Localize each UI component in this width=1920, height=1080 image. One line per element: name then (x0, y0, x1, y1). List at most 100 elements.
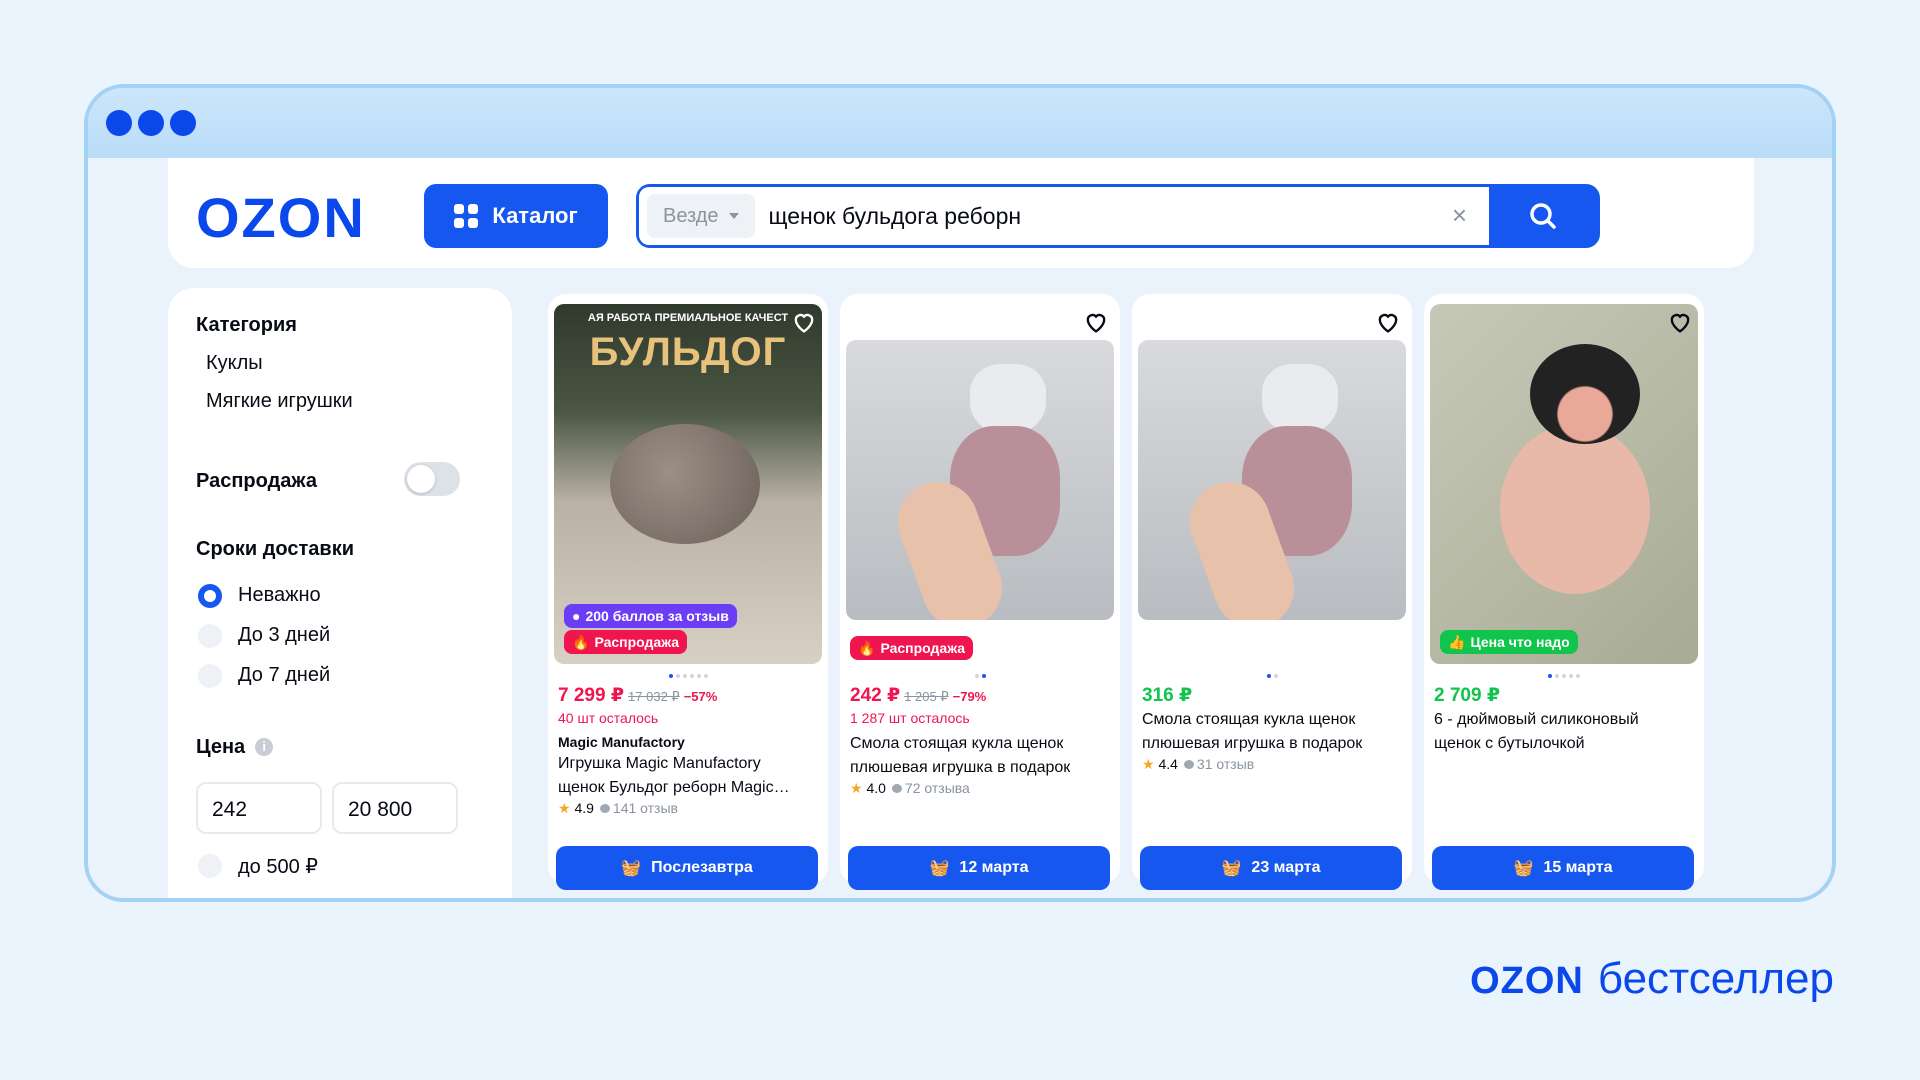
price-preset-radio[interactable] (198, 854, 222, 878)
puppy-figure (610, 424, 760, 544)
sale-toggle[interactable] (404, 462, 460, 496)
sale-badge-label: Распродажа (594, 634, 680, 650)
add-to-cart-button[interactable]: 🧺 Послезавтра (556, 846, 818, 890)
category-title: Категория (196, 314, 297, 336)
product-title[interactable]: Смола стоящая кукла щенок плюшевая игрушк… (850, 732, 1106, 780)
search-scope-label: Везде (663, 204, 719, 227)
window-titlebar (88, 88, 1832, 158)
info-icon[interactable]: i (255, 738, 274, 756)
image-pager[interactable] (548, 674, 828, 678)
category-item[interactable]: Мягкие игрушки (206, 390, 353, 413)
heart-icon[interactable] (1666, 308, 1694, 336)
heart-icon[interactable] (1082, 308, 1110, 336)
review-count: 31 отзыв (1196, 756, 1255, 772)
product-title-line: плюшевая игрушка в подарок (850, 759, 1071, 776)
fire-icon: 🔥 (572, 633, 590, 650)
search-button[interactable] (1489, 187, 1597, 245)
puppy-head (1530, 344, 1640, 444)
category-item[interactable]: Куклы (206, 352, 263, 375)
price-to-input[interactable]: 20 800 (332, 782, 458, 834)
product-rating: ★ 4.4 31 отзыв (1142, 756, 1254, 773)
puppy-hat (970, 364, 1046, 434)
sale-badge-label: Распродажа (880, 640, 966, 656)
product-rating: ★ 4.0 72 отзыва (850, 780, 970, 797)
hand (1500, 424, 1650, 594)
grid-icon (454, 204, 479, 228)
delivery-radio-3-days[interactable] (198, 624, 222, 648)
rating-value: 4.9 (574, 800, 594, 816)
product-price: 2 709 ₽ (1434, 685, 1501, 706)
search-field[interactable]: Везде щенок бульдога реборн × (639, 187, 1489, 245)
product-discount: −57% (683, 689, 718, 704)
product-card[interactable]: 316 ₽ Смола стоящая кукла щенок плюшевая … (1132, 294, 1412, 890)
filter-sidebar: Категория Куклы Мягкие игрушки Распродаж… (168, 288, 512, 898)
product-image[interactable]: АЯ РАБОТА ПРЕМИАЛЬНОЕ КАЧЕСТ БУЛЬДОГ ● 20… (554, 304, 822, 664)
site-header: OZON Каталог Везде щенок бульдога реборн… (168, 158, 1754, 268)
price-from-input[interactable]: 242 (196, 782, 322, 834)
product-price: 316 ₽ (1142, 685, 1193, 706)
image-pager[interactable] (840, 674, 1120, 678)
product-title-line: Игрушка Magic Manufactory (558, 755, 761, 772)
add-to-cart-button[interactable]: 🧺 15 марта (1432, 846, 1694, 890)
points-badge: ● 200 баллов за отзыв (564, 604, 737, 628)
image-pager[interactable] (1424, 674, 1704, 678)
catalog-label: Каталог (492, 203, 578, 228)
window-dot-icon[interactable] (170, 110, 196, 136)
catalog-button[interactable]: Каталог (424, 184, 608, 248)
product-image[interactable]: 👍 Цена что надо (1430, 304, 1698, 664)
product-price-block: 7 299 ₽17 032 ₽ −57% (558, 684, 717, 707)
product-title[interactable]: Игрушка Magic Manufactory щенок Бульдог р… (558, 752, 814, 800)
delivery-radio-7-days[interactable] (198, 664, 222, 688)
review-count: 72 отзыва (904, 780, 970, 796)
search-scope-select[interactable]: Везде (647, 194, 755, 238)
cart-icon: 🧺 (929, 860, 950, 877)
product-title-line: плюшевая игрушка в подарок (1142, 735, 1363, 752)
heart-icon[interactable] (1374, 308, 1402, 336)
ozon-logo[interactable]: OZON (196, 190, 366, 246)
review-count: 141 отзыв (612, 800, 678, 816)
window-dot-icon[interactable] (106, 110, 132, 136)
delivery-date: 12 марта (959, 859, 1029, 876)
stock-left: 40 шт осталось (558, 710, 659, 726)
comment-icon (1183, 760, 1194, 769)
product-title-line: Смола стоящая кукла щенок (850, 735, 1064, 752)
bestseller-tagline: бестселлер (1597, 954, 1834, 1003)
price-title-text: Цена (196, 736, 246, 758)
bestseller-logo: OZON бестселлер (1470, 954, 1834, 1004)
product-card[interactable]: АЯ РАБОТА ПРЕМИАЛЬНОЕ КАЧЕСТ БУЛЬДОГ ● 20… (548, 294, 828, 890)
product-title[interactable]: Смола стоящая кукла щенок плюшевая игрушк… (1142, 708, 1398, 756)
fire-icon: 🔥 (858, 639, 876, 656)
delivery-option-label: До 3 дней (238, 624, 331, 646)
heart-icon[interactable] (790, 308, 818, 336)
puppy-hat (1262, 364, 1338, 434)
product-title-line: 6 - дюймовый силиконовый (1434, 711, 1639, 728)
sale-badge: 🔥 Распродажа (564, 630, 688, 654)
ozon-footer-logo: OZON (1470, 960, 1584, 1002)
image-pager[interactable] (1132, 674, 1412, 678)
add-to-cart-button[interactable]: 🧺 12 марта (848, 846, 1110, 890)
browser-window: OZON Каталог Везде щенок бульдога реборн… (84, 84, 1836, 902)
image-title: БУЛЬДОГ (589, 330, 787, 374)
product-card[interactable]: 👍 Цена что надо 2 709 ₽ 6 - дюймовый сили… (1424, 294, 1704, 890)
good-price-badge: 👍 Цена что надо (1440, 630, 1578, 654)
window-dot-icon[interactable] (138, 110, 164, 136)
product-rating: ★ 4.9 141 отзыв (558, 800, 678, 817)
product-title-line: Смола стоящая кукла щенок (1142, 711, 1356, 728)
product-price-block: 242 ₽1 205 ₽ −79% (850, 684, 986, 707)
search-input[interactable]: щенок бульдога реборн (769, 203, 1022, 230)
thumbs-up-icon: 👍 (1448, 633, 1466, 650)
add-to-cart-button[interactable]: 🧺 23 марта (1140, 846, 1402, 890)
product-image[interactable] (1138, 340, 1406, 620)
sale-badge: 🔥 Распродажа (850, 636, 974, 660)
product-card[interactable]: 🔥 Распродажа 242 ₽1 205 ₽ −79% 1 287 шт ос… (840, 294, 1120, 890)
delivery-title: Сроки доставки (196, 538, 355, 560)
delivery-radio-any[interactable] (198, 584, 222, 608)
search-icon (1530, 203, 1556, 229)
cart-icon: 🧺 (1221, 860, 1242, 877)
product-old-price: 17 032 ₽ (628, 689, 680, 704)
product-title[interactable]: 6 - дюймовый силиконовый щенок с бутылочк… (1434, 708, 1690, 756)
good-price-label: Цена что надо (1470, 634, 1570, 650)
cart-icon: 🧺 (621, 860, 642, 877)
clear-icon[interactable]: × (1452, 200, 1467, 230)
product-image[interactable] (846, 340, 1114, 620)
